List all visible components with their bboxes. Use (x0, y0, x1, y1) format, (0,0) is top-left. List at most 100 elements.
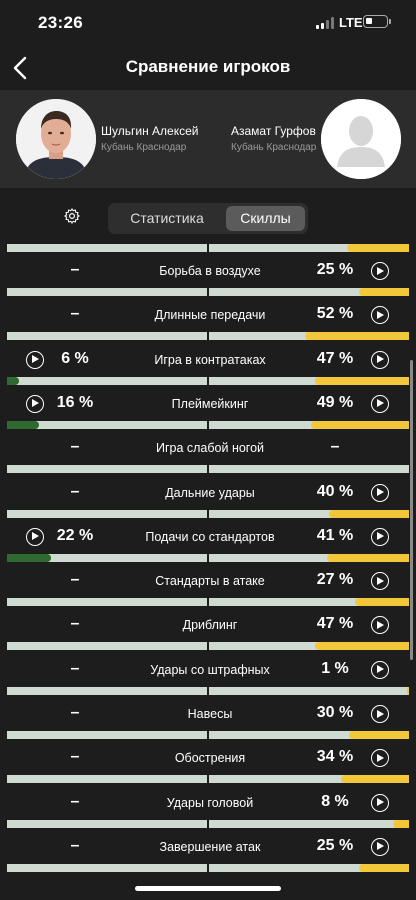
skill-row: – Длинные передачи 52 % (0, 296, 416, 341)
right-bar (209, 288, 409, 296)
skills-list[interactable]: – Борьба в воздухе 25 % – Длинные передачи 52… (0, 244, 416, 880)
right-bar (209, 686, 409, 695)
left-value: – (70, 305, 80, 323)
left-bar (7, 775, 207, 784)
right-bar-fill (341, 775, 409, 784)
right-value: – (330, 438, 340, 456)
right-play-icon[interactable] (371, 749, 389, 768)
right-bar (209, 863, 409, 872)
right-bar (209, 465, 409, 474)
left-value: – (70, 792, 80, 810)
left-bar (7, 731, 207, 739)
skill-row: – Борьба в воздухе 25 % (0, 252, 416, 296)
right-value: 25 % (316, 836, 354, 854)
right-bar-fill (359, 863, 409, 872)
status-time: 23:26 (38, 13, 83, 32)
gear-icon[interactable] (63, 207, 81, 225)
skill-name: Навесы (187, 707, 233, 721)
skill-row: – Дальние удары 40 % (0, 474, 416, 518)
skill-row: – Навесы 30 % (0, 695, 416, 739)
right-play-icon[interactable] (371, 350, 389, 369)
tab-statistics[interactable]: Статистика (111, 206, 223, 231)
player-2-team: Кубань Краснодар (231, 142, 317, 153)
right-value: 25 % (316, 261, 354, 278)
right-bar (209, 244, 409, 252)
right-bar-fill (355, 598, 409, 607)
right-bar (209, 598, 409, 607)
right-value: 34 % (316, 748, 354, 766)
right-play-icon[interactable] (371, 394, 389, 413)
right-bar (209, 509, 409, 518)
skill-name: Дальние удары (165, 485, 255, 500)
left-bar (7, 686, 207, 695)
player-1-avatar[interactable] (16, 99, 96, 179)
skill-name: Подачи со стандартов (145, 529, 275, 544)
player-2-name: Азамат Гурфов (231, 124, 316, 138)
left-bar (7, 598, 207, 607)
left-value: – (70, 615, 80, 633)
right-play-icon[interactable] (371, 793, 389, 812)
left-bar (7, 376, 207, 385)
right-bar-fill (359, 288, 409, 296)
right-play-icon[interactable] (371, 572, 389, 591)
right-bar-fill (349, 731, 409, 739)
right-play-icon[interactable] (371, 705, 389, 723)
right-play-icon[interactable] (371, 527, 389, 546)
right-play-icon[interactable] (371, 837, 389, 856)
right-bar (209, 420, 409, 429)
skill-row: – Завершение атак 25 % (0, 828, 416, 872)
right-bar-fill (315, 642, 409, 651)
right-value: 47 % (316, 349, 354, 367)
right-play-icon[interactable] (371, 616, 389, 635)
left-value: – (70, 748, 80, 766)
skill-row: – Игра слабой ногой – (0, 429, 416, 474)
right-value: 8 % (321, 792, 349, 810)
player-1-name: Шульгин Алексей (101, 124, 199, 138)
left-value: – (70, 571, 80, 589)
left-bar (7, 642, 207, 651)
left-bar-fill (7, 376, 19, 385)
left-bar (7, 420, 207, 429)
skill-row: – Стандарты в атаке 27 % (0, 562, 416, 607)
right-bar (209, 775, 409, 784)
left-value: 22 % (56, 526, 94, 544)
placeholder-avatar-icon (321, 99, 401, 179)
left-bar (7, 553, 207, 562)
right-play-icon[interactable] (371, 262, 389, 280)
skill-name: Удары головой (166, 795, 254, 810)
left-value: 16 % (56, 393, 94, 411)
right-bar-fill (329, 509, 409, 518)
left-value: – (70, 659, 80, 677)
right-play-icon[interactable] (371, 660, 389, 679)
skill-row: 16 % Плеймейкинг 49 % (0, 385, 416, 429)
left-value: – (70, 836, 80, 854)
left-value: – (70, 261, 80, 278)
skill-row: – Удары со штрафных 1 % (0, 651, 416, 695)
right-value: 49 % (316, 393, 354, 411)
skill-name: Завершение атак (159, 839, 261, 854)
left-bar (7, 863, 207, 872)
skill-row: 22 % Подачи со стандартов 41 % (0, 518, 416, 562)
right-value: 1 % (321, 659, 349, 677)
skill-name: Дриблинг (182, 618, 238, 633)
left-bar-fill (7, 420, 39, 429)
right-bar-fill (305, 332, 409, 341)
page-title: Сравнение игроков (125, 57, 291, 76)
player-2-avatar[interactable] (321, 99, 401, 179)
right-play-icon[interactable] (371, 306, 389, 325)
network-label: LTE (339, 15, 363, 30)
left-bar (7, 819, 207, 828)
left-value: – (70, 482, 80, 500)
skill-name: Борьба в воздухе (159, 264, 261, 278)
status-bar: 23:26 LTE (0, 0, 416, 48)
nav-bar: Сравнение игроков (0, 48, 416, 90)
scrollbar[interactable] (410, 360, 413, 660)
skill-row: – Удары головой 8 % (0, 784, 416, 828)
right-bar (209, 642, 409, 651)
right-play-icon[interactable] (371, 483, 389, 502)
right-bar (209, 731, 409, 739)
tab-skills[interactable]: Скиллы (226, 206, 305, 231)
signal-icon (316, 17, 336, 29)
right-value: 47 % (316, 615, 354, 633)
tabs-area: Статистика Скиллы (0, 188, 416, 244)
